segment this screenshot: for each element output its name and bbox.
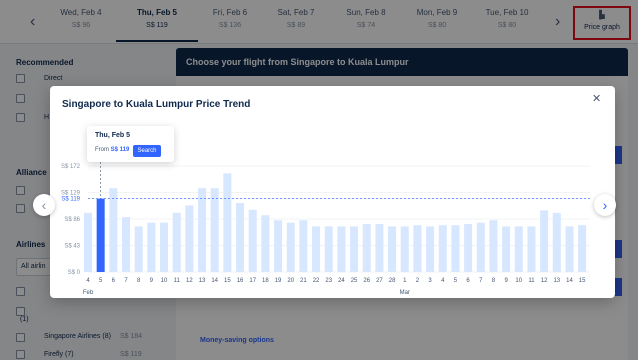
price-bar <box>438 225 447 272</box>
y-tick-label: S$ 119 <box>61 197 80 203</box>
x-tick-label: 27 <box>376 278 383 284</box>
y-tick-label: S$ 43 <box>64 244 80 250</box>
x-tick-label: 9 <box>504 278 508 284</box>
price-bar <box>160 222 169 272</box>
chevron-right-icon[interactable]: › <box>594 194 616 216</box>
x-tick-label: 13 <box>553 278 560 284</box>
x-tick-label: 12 <box>541 278 548 284</box>
x-tick-label: 18 <box>262 278 269 284</box>
price-bar <box>198 188 207 272</box>
price-trend-chart: S$ 0 S$ 43 S$ 86 S$ 119S$ 129 S$ 172 4 5 6 7 8 9 10… <box>61 162 590 296</box>
chevron-left-icon[interactable]: ‹ <box>33 194 55 216</box>
price-bar <box>565 226 574 272</box>
price-bar <box>210 188 219 272</box>
x-tick-label: 22 <box>313 278 320 284</box>
price-bar <box>388 226 397 272</box>
y-tick-label: S$ 172 <box>61 164 81 170</box>
x-tick-label: 17 <box>249 278 256 284</box>
price-bar <box>375 223 384 272</box>
price-bar <box>578 225 587 272</box>
x-tick-label: 7 <box>479 278 483 284</box>
price-bar <box>109 188 118 272</box>
x-tick-label: 10 <box>161 278 168 284</box>
tooltip-from: From S$ 119 <box>95 147 130 153</box>
x-tick-label: 25 <box>351 278 358 284</box>
price-bar <box>185 205 194 272</box>
y-tick-label: S$ 0 <box>68 270 81 276</box>
price-bar <box>84 212 92 272</box>
x-tick-label: 12 <box>186 278 193 284</box>
x-tick-label: 1 <box>403 278 407 284</box>
y-tick-label: S$ 129 <box>61 191 81 197</box>
price-bar <box>286 222 295 272</box>
x-tick-label: 16 <box>237 278 244 284</box>
x-tick-label: 13 <box>199 278 206 284</box>
price-bar <box>540 210 549 272</box>
tooltip-date: Thu, Feb 5 <box>95 132 130 139</box>
x-tick-label: 10 <box>515 278 522 284</box>
price-bar <box>552 212 561 272</box>
price-bar <box>312 226 321 272</box>
price-bar <box>299 220 308 272</box>
price-bar <box>274 220 283 272</box>
month-label: Mar <box>400 290 410 296</box>
price-bar <box>413 225 422 272</box>
price-bar <box>502 226 511 272</box>
x-tick-label: 14 <box>211 278 218 284</box>
price-bar <box>324 226 333 272</box>
price-bar <box>134 226 143 272</box>
x-tick-label: 26 <box>363 278 370 284</box>
tooltip-search-button[interactable]: Search <box>133 145 161 157</box>
price-bar <box>248 209 257 272</box>
x-tick-label: 14 <box>566 278 573 284</box>
x-tick-label: 8 <box>137 278 141 284</box>
x-tick-label: 8 <box>492 278 496 284</box>
x-tick-label: 4 <box>86 278 90 284</box>
x-tick-label: 24 <box>338 278 345 284</box>
x-tick-label: 21 <box>300 278 307 284</box>
price-bar <box>122 217 131 272</box>
price-bar <box>172 212 181 272</box>
tooltip-price: S$ 119 <box>110 147 130 153</box>
price-bar <box>451 225 460 272</box>
price-bar <box>527 226 536 272</box>
x-tick-label: 2 <box>416 278 420 284</box>
x-tick-label: 5 <box>99 278 103 284</box>
price-bar <box>400 226 409 272</box>
price-bar <box>514 226 523 272</box>
x-tick-label: 9 <box>150 278 154 284</box>
y-tick-label: S$ 86 <box>64 217 80 223</box>
x-tick-label: 28 <box>389 278 396 284</box>
x-tick-label: 4 <box>441 278 445 284</box>
selected-price-bar <box>96 198 105 272</box>
price-bar <box>236 202 245 272</box>
price-bar <box>350 226 359 272</box>
x-tick-label: 23 <box>325 278 332 284</box>
x-tick-label: 15 <box>579 278 586 284</box>
price-bar <box>476 222 485 272</box>
price-trend-modal: Singapore to Kuala Lumpur Price Trend ✕ … <box>50 86 615 298</box>
x-tick-label: 6 <box>466 278 470 284</box>
month-label: Feb <box>83 290 94 296</box>
price-bar <box>426 226 435 272</box>
x-tick-label: 6 <box>112 278 116 284</box>
x-tick-label: 15 <box>224 278 231 284</box>
price-tooltip: Thu, Feb 5 From S$ 119 Search <box>87 126 174 162</box>
x-tick-label: 7 <box>124 278 128 284</box>
price-bar <box>489 220 498 272</box>
price-bar <box>464 223 473 272</box>
price-bar <box>362 223 371 272</box>
price-bar <box>261 215 270 272</box>
x-tick-label: 19 <box>275 278 282 284</box>
price-bar <box>337 226 346 272</box>
x-tick-label: 20 <box>287 278 294 284</box>
x-tick-label: 3 <box>428 278 432 284</box>
x-tick-label: 5 <box>454 278 458 284</box>
x-tick-label: 11 <box>174 278 181 284</box>
price-bar <box>147 222 156 272</box>
x-tick-label: 11 <box>528 278 535 284</box>
price-bar <box>223 173 232 272</box>
